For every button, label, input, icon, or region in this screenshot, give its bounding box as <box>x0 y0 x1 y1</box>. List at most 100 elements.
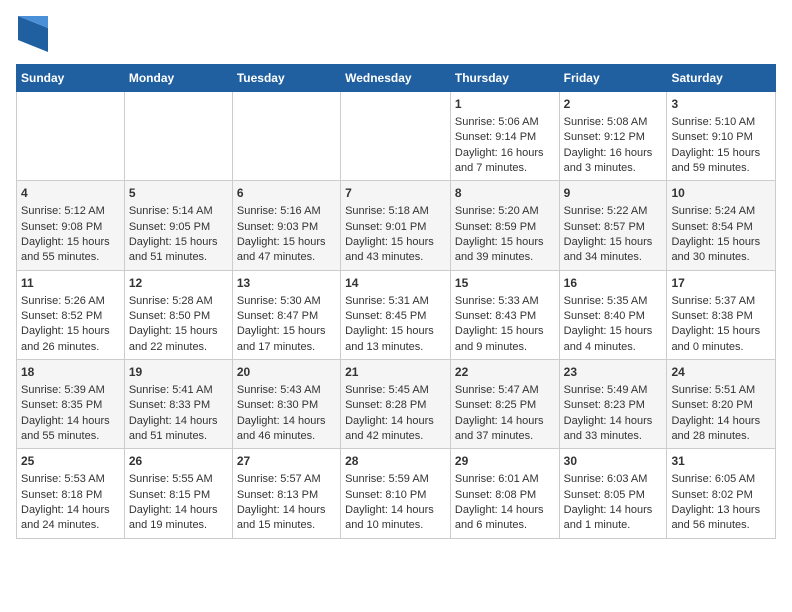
day-number: 17 <box>671 275 771 292</box>
cell-content: and 15 minutes. <box>237 518 336 533</box>
cell-content: Sunset: 8:50 PM <box>129 309 228 324</box>
day-number: 26 <box>129 453 228 470</box>
cell-content: Sunrise: 5:10 AM <box>671 115 771 130</box>
cell-content: Sunset: 9:01 PM <box>345 220 446 235</box>
cell-content: and 19 minutes. <box>129 518 228 533</box>
cell-content: Sunset: 8:52 PM <box>21 309 120 324</box>
calendar-cell: 26Sunrise: 5:55 AMSunset: 8:15 PMDayligh… <box>124 449 232 538</box>
cell-content: and 9 minutes. <box>455 340 555 355</box>
cell-content: Daylight: 14 hours <box>129 503 228 518</box>
day-number: 12 <box>129 275 228 292</box>
col-header-sunday: Sunday <box>17 65 125 92</box>
cell-content: and 39 minutes. <box>455 250 555 265</box>
cell-content: Daylight: 15 hours <box>345 235 446 250</box>
cell-content: Daylight: 15 hours <box>564 324 663 339</box>
cell-content: Sunset: 8:54 PM <box>671 220 771 235</box>
week-row-3: 11Sunrise: 5:26 AMSunset: 8:52 PMDayligh… <box>17 270 776 359</box>
day-number: 25 <box>21 453 120 470</box>
cell-content: Daylight: 14 hours <box>237 503 336 518</box>
col-header-monday: Monday <box>124 65 232 92</box>
cell-content: Daylight: 15 hours <box>129 235 228 250</box>
cell-content: and 1 minute. <box>564 518 663 533</box>
cell-content: Sunset: 8:57 PM <box>564 220 663 235</box>
calendar-cell: 23Sunrise: 5:49 AMSunset: 8:23 PMDayligh… <box>559 360 667 449</box>
cell-content: Daylight: 15 hours <box>455 235 555 250</box>
cell-content: Sunrise: 5:12 AM <box>21 204 120 219</box>
calendar-cell: 28Sunrise: 5:59 AMSunset: 8:10 PMDayligh… <box>341 449 451 538</box>
cell-content: and 34 minutes. <box>564 250 663 265</box>
calendar-cell: 15Sunrise: 5:33 AMSunset: 8:43 PMDayligh… <box>450 270 559 359</box>
cell-content: Daylight: 15 hours <box>564 235 663 250</box>
cell-content: Sunrise: 5:55 AM <box>129 472 228 487</box>
day-number: 22 <box>455 364 555 381</box>
cell-content: and 30 minutes. <box>671 250 771 265</box>
cell-content: and 51 minutes. <box>129 429 228 444</box>
cell-content: Sunrise: 5:45 AM <box>345 383 446 398</box>
cell-content: Daylight: 16 hours <box>455 146 555 161</box>
cell-content: and 46 minutes. <box>237 429 336 444</box>
logo <box>16 16 48 52</box>
cell-content: Sunrise: 5:39 AM <box>21 383 120 398</box>
cell-content: Daylight: 15 hours <box>671 235 771 250</box>
cell-content: Daylight: 14 hours <box>21 414 120 429</box>
col-header-friday: Friday <box>559 65 667 92</box>
cell-content: Daylight: 16 hours <box>564 146 663 161</box>
cell-content: and 43 minutes. <box>345 250 446 265</box>
cell-content: and 42 minutes. <box>345 429 446 444</box>
cell-content: Daylight: 15 hours <box>671 324 771 339</box>
calendar-cell: 21Sunrise: 5:45 AMSunset: 8:28 PMDayligh… <box>341 360 451 449</box>
cell-content: Sunset: 9:10 PM <box>671 130 771 145</box>
day-number: 7 <box>345 185 446 202</box>
cell-content: Sunrise: 5:59 AM <box>345 472 446 487</box>
cell-content: and 6 minutes. <box>455 518 555 533</box>
cell-content: and 26 minutes. <box>21 340 120 355</box>
cell-content: Daylight: 14 hours <box>129 414 228 429</box>
cell-content: and 0 minutes. <box>671 340 771 355</box>
cell-content: Sunrise: 5:51 AM <box>671 383 771 398</box>
header-row: SundayMondayTuesdayWednesdayThursdayFrid… <box>17 65 776 92</box>
cell-content: Daylight: 13 hours <box>671 503 771 518</box>
cell-content: Sunset: 8:59 PM <box>455 220 555 235</box>
day-number: 9 <box>564 185 663 202</box>
cell-content: and 56 minutes. <box>671 518 771 533</box>
cell-content: and 51 minutes. <box>129 250 228 265</box>
cell-content: Sunset: 8:43 PM <box>455 309 555 324</box>
cell-content: Sunset: 9:08 PM <box>21 220 120 235</box>
cell-content: and 55 minutes. <box>21 429 120 444</box>
col-header-wednesday: Wednesday <box>341 65 451 92</box>
calendar-cell: 13Sunrise: 5:30 AMSunset: 8:47 PMDayligh… <box>232 270 340 359</box>
calendar-cell: 2Sunrise: 5:08 AMSunset: 9:12 PMDaylight… <box>559 92 667 181</box>
cell-content: Sunrise: 5:26 AM <box>21 294 120 309</box>
calendar-cell: 19Sunrise: 5:41 AMSunset: 8:33 PMDayligh… <box>124 360 232 449</box>
cell-content: Sunset: 8:05 PM <box>564 488 663 503</box>
day-number: 5 <box>129 185 228 202</box>
calendar-cell: 8Sunrise: 5:20 AMSunset: 8:59 PMDaylight… <box>450 181 559 270</box>
calendar-table: SundayMondayTuesdayWednesdayThursdayFrid… <box>16 64 776 539</box>
cell-content: and 24 minutes. <box>21 518 120 533</box>
calendar-cell: 10Sunrise: 5:24 AMSunset: 8:54 PMDayligh… <box>667 181 776 270</box>
calendar-cell: 12Sunrise: 5:28 AMSunset: 8:50 PMDayligh… <box>124 270 232 359</box>
cell-content: Daylight: 14 hours <box>455 503 555 518</box>
cell-content: Daylight: 15 hours <box>345 324 446 339</box>
week-row-5: 25Sunrise: 5:53 AMSunset: 8:18 PMDayligh… <box>17 449 776 538</box>
calendar-cell: 7 Sunrise: 5:18 AMSunset: 9:01 PMDaylight… <box>341 181 451 270</box>
cell-content: Daylight: 14 hours <box>455 414 555 429</box>
cell-content: Daylight: 15 hours <box>237 324 336 339</box>
cell-content: Sunrise: 5:06 AM <box>455 115 555 130</box>
day-number: 31 <box>671 453 771 470</box>
cell-content: Sunrise: 5:20 AM <box>455 204 555 219</box>
cell-content: Sunset: 8:35 PM <box>21 398 120 413</box>
cell-content: and 37 minutes. <box>455 429 555 444</box>
week-row-2: 4Sunrise: 5:12 AMSunset: 9:08 PMDaylight… <box>17 181 776 270</box>
calendar-cell: 9Sunrise: 5:22 AMSunset: 8:57 PMDaylight… <box>559 181 667 270</box>
calendar-cell: 25Sunrise: 5:53 AMSunset: 8:18 PMDayligh… <box>17 449 125 538</box>
day-number: 13 <box>237 275 336 292</box>
week-row-1: 1Sunrise: 5:06 AMSunset: 9:14 PMDaylight… <box>17 92 776 181</box>
cell-content: Daylight: 15 hours <box>455 324 555 339</box>
cell-content: Sunrise: 5:18 AM <box>345 204 446 219</box>
day-number: 23 <box>564 364 663 381</box>
calendar-cell: 6Sunrise: 5:16 AMSunset: 9:03 PMDaylight… <box>232 181 340 270</box>
cell-content: Sunset: 8:38 PM <box>671 309 771 324</box>
cell-content: Sunrise: 5:30 AM <box>237 294 336 309</box>
cell-content: Sunset: 8:13 PM <box>237 488 336 503</box>
